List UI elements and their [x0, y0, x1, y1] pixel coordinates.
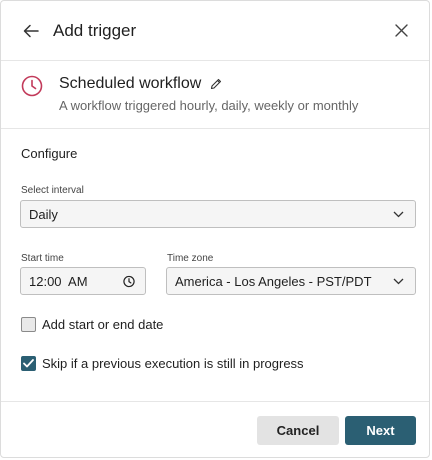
- skip-execution-checkbox[interactable]: [21, 356, 36, 371]
- trigger-text: Scheduled workflow A workflow triggered …: [59, 75, 358, 113]
- time-zone-value: America - Los Angeles - PST/PDT: [175, 273, 372, 289]
- back-arrow-icon[interactable]: [21, 21, 41, 41]
- trigger-summary: Scheduled workflow A workflow triggered …: [1, 61, 429, 129]
- next-button[interactable]: Next: [345, 416, 416, 445]
- panel-title: Add trigger: [53, 20, 137, 40]
- checkmark-icon: [23, 359, 34, 368]
- skip-execution-label: Skip if a previous execution is still in…: [42, 356, 304, 371]
- close-icon[interactable]: [391, 21, 411, 41]
- add-date-option[interactable]: Add start or end date: [21, 317, 163, 332]
- configure-heading: Configure: [21, 146, 78, 161]
- add-date-label: Add start or end date: [42, 317, 164, 332]
- time-zone-select[interactable]: America - Los Angeles - PST/PDT: [166, 267, 416, 295]
- clock-icon[interactable]: [123, 275, 135, 287]
- panel-header: Add trigger: [1, 1, 429, 61]
- trigger-title: Scheduled workflow: [59, 75, 202, 92]
- add-date-checkbox[interactable]: [21, 317, 36, 332]
- panel-footer: Cancel Next: [1, 401, 429, 460]
- add-trigger-panel: Add trigger Scheduled workflow A workflo…: [0, 0, 430, 458]
- skip-execution-option[interactable]: Skip if a previous execution is still in…: [21, 356, 304, 371]
- cancel-button[interactable]: Cancel: [257, 416, 339, 445]
- chevron-down-icon: [393, 208, 405, 220]
- trigger-description: A workflow triggered hourly, daily, week…: [59, 98, 359, 113]
- start-time-label: Start time: [21, 253, 64, 264]
- chevron-down-icon: [393, 275, 405, 287]
- trigger-title-row: Scheduled workflow: [59, 75, 358, 93]
- start-time-input[interactable]: 12:00 AM: [20, 267, 146, 295]
- interval-value: Daily: [29, 206, 58, 222]
- time-zone-label: Time zone: [167, 253, 214, 264]
- interval-select[interactable]: Daily: [20, 200, 416, 228]
- start-time-value: 12:00 AM: [29, 273, 88, 289]
- pencil-icon[interactable]: [210, 77, 224, 91]
- clock-icon: [21, 75, 45, 99]
- interval-label: Select interval: [21, 185, 84, 196]
